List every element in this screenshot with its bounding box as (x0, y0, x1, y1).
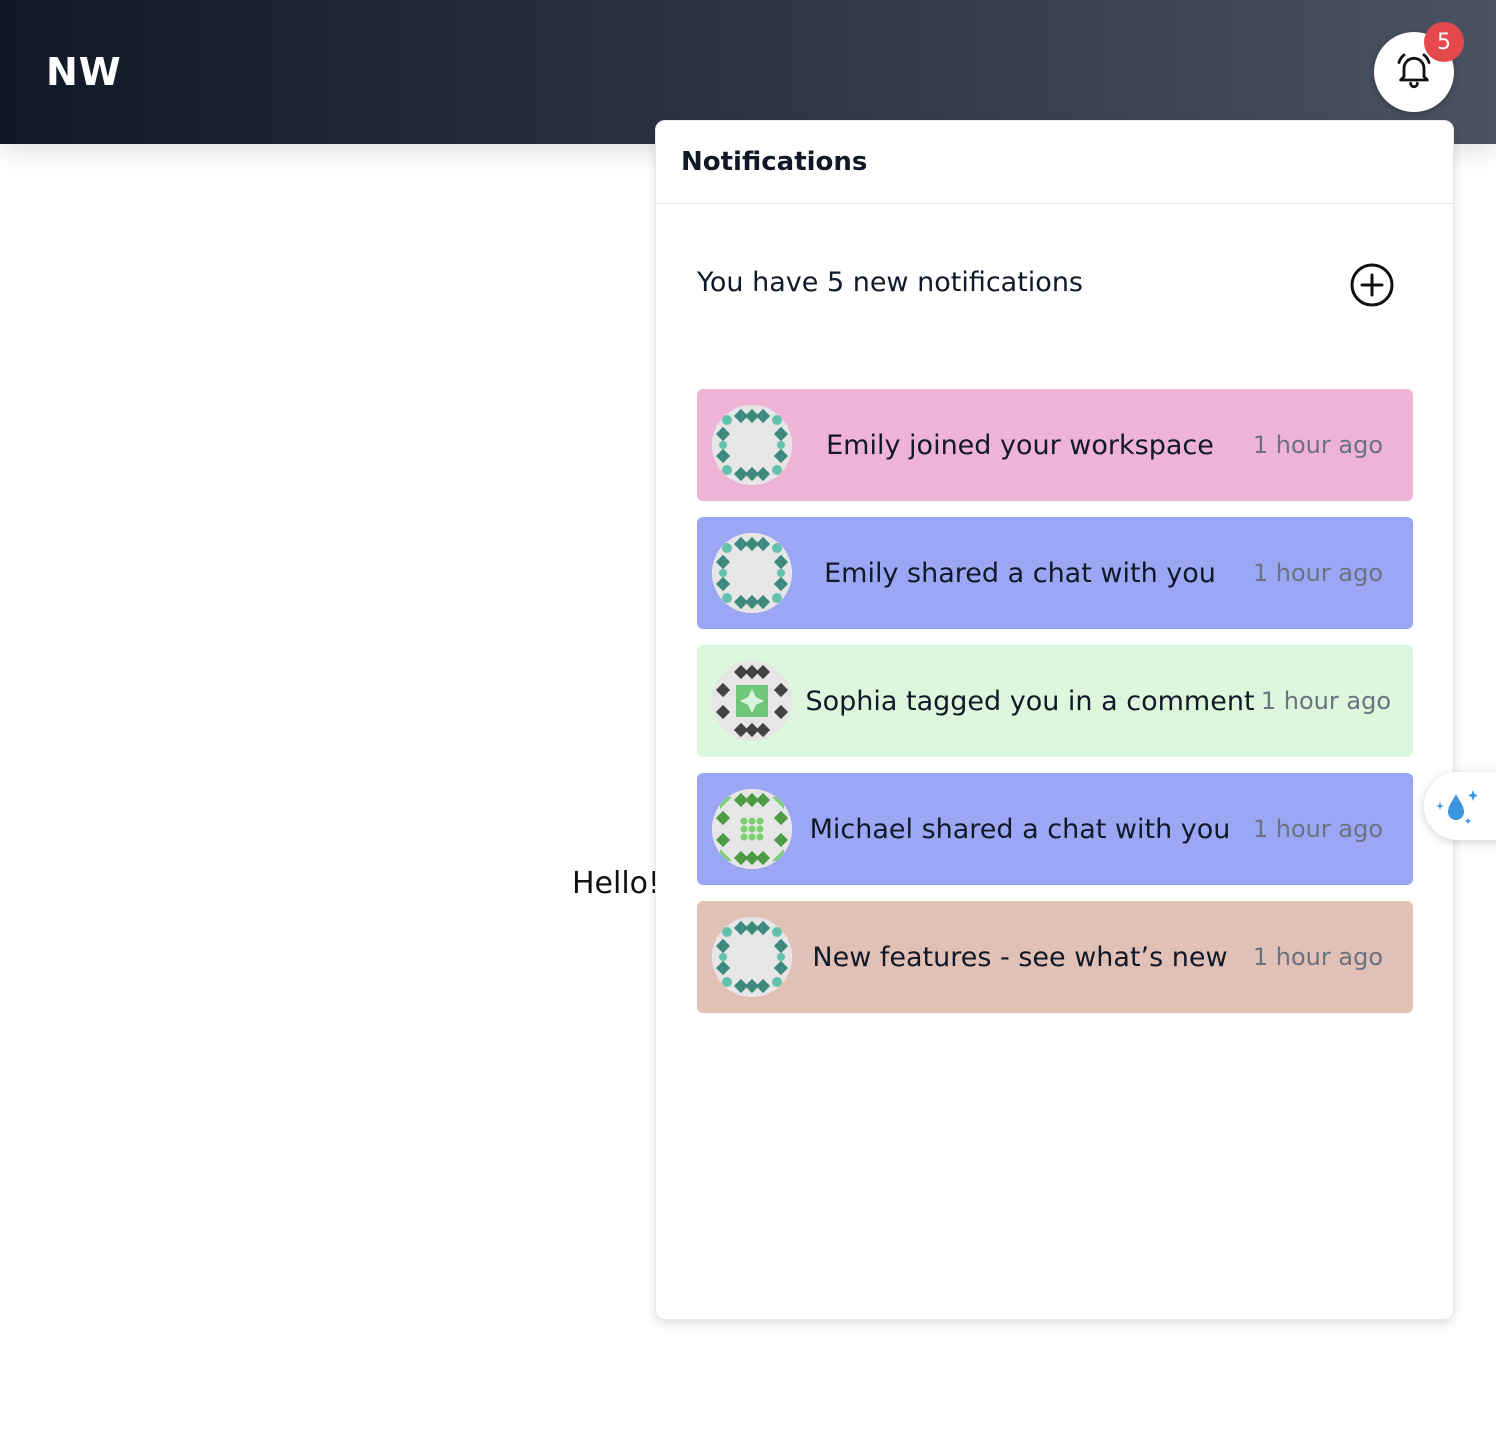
notification-item[interactable]: Emily shared a chat with you 1 hour ago (697, 517, 1413, 629)
notification-count-badge: 5 (1424, 22, 1464, 62)
notification-item[interactable]: Sophia tagged you in a comment 1 hour ag… (697, 645, 1413, 757)
avatar (712, 533, 792, 613)
greeting-text: Hello! (572, 866, 661, 901)
notification-text: Sophia tagged you in a comment (805, 685, 1255, 717)
notification-time: 1 hour ago (1252, 815, 1383, 843)
notifications-summary: You have 5 new notifications (697, 267, 1084, 298)
notification-text: Emily joined your workspace (826, 429, 1214, 461)
panel-divider (656, 203, 1453, 204)
notification-item[interactable]: Michael shared a chat with you 1 hour ag… (697, 773, 1413, 885)
add-notification-button[interactable] (1348, 261, 1396, 309)
assistant-widget-button[interactable] (1424, 772, 1496, 840)
notification-text: New features - see what’s new (812, 941, 1228, 973)
notification-list: Emily joined your workspace 1 hour ago E… (697, 389, 1413, 1029)
bell-icon (1394, 50, 1434, 95)
notification-item[interactable]: Emily joined your workspace 1 hour ago (697, 389, 1413, 501)
notification-text: Michael shared a chat with you (809, 813, 1231, 845)
avatar (712, 789, 792, 869)
notification-time: 1 hour ago (1260, 687, 1391, 715)
avatar (712, 917, 792, 997)
notifications-panel: Notifications You have 5 new notificatio… (655, 120, 1454, 1320)
avatar (712, 405, 792, 485)
avatar (712, 661, 792, 741)
notification-time: 1 hour ago (1252, 943, 1383, 971)
notification-time: 1 hour ago (1252, 559, 1383, 587)
notification-item[interactable]: New features - see what’s new 1 hour ago (697, 901, 1413, 1013)
logo[interactable]: NW (46, 50, 122, 94)
droplet-sparkle-icon (1432, 784, 1480, 833)
notification-time: 1 hour ago (1252, 431, 1383, 459)
notification-text: Emily shared a chat with you (824, 557, 1216, 589)
plus-circle-icon (1348, 263, 1396, 313)
panel-title: Notifications (681, 147, 868, 177)
